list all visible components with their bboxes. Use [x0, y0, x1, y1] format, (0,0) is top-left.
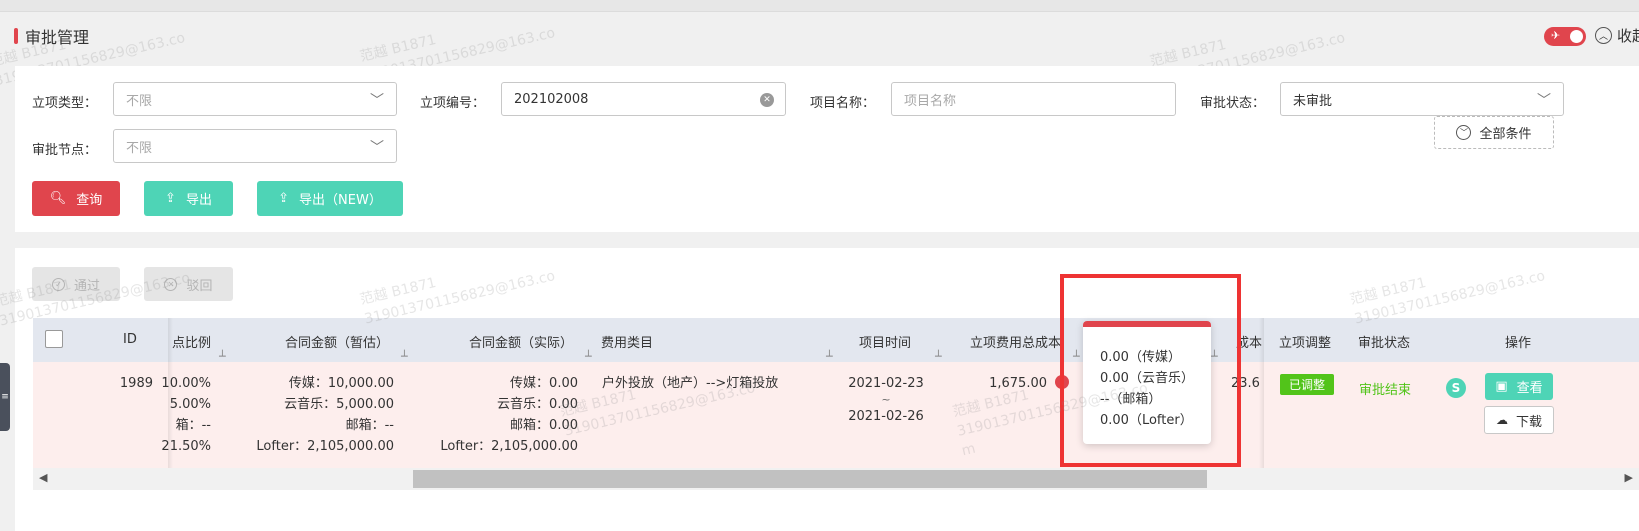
export-new-button[interactable]: ⇪ 导出（NEW） [257, 181, 403, 216]
chevron-down-icon: ﹀ [1456, 125, 1472, 140]
cloud-download-icon: ☁ [1495, 413, 1508, 427]
cell-contract-est: 传媒：10,000.00 云音乐：5,000.00 邮箱：-- Lofter：2,10… [256, 376, 394, 454]
approve-label: 通过 [73, 278, 100, 294]
column-resize-handle[interactable]: ┴ [585, 351, 592, 362]
select-all-checkbox[interactable] [45, 330, 63, 348]
project-name-label: 项目名称： [810, 96, 876, 111]
approval-status-value: 未审批 [1293, 93, 1333, 109]
scroll-left-icon[interactable]: ◀ [39, 471, 47, 484]
column-header-total-cost[interactable]: 立项费用总成本 [970, 332, 1061, 351]
toggle-knob [1570, 30, 1583, 43]
cell-contract-actual: 传媒：0.00 云音乐：0.00 邮箱：0.00 Lofter：2,105,000.0… [440, 376, 578, 454]
approval-node-label: 审批节点： [32, 143, 98, 158]
search-icon: 🔍︎ [49, 191, 67, 206]
check-circle-icon: ✓ [51, 277, 65, 291]
column-header-expense-category[interactable]: 费用类目 [601, 332, 653, 351]
status-text: 审批结束 [1359, 383, 1412, 398]
column-resize-handle[interactable]: ┴ [826, 351, 833, 362]
column-header-operation: 操作 [1505, 336, 1532, 351]
project-no-input[interactable]: 202102008 ✕ [501, 82, 786, 116]
column-resize-handle[interactable]: ┴ [219, 351, 226, 362]
project-name-input[interactable]: 项目名称 [891, 82, 1176, 116]
view-button[interactable]: ▣ 查看 [1485, 373, 1553, 400]
column-header-adjust[interactable]: 立项调整 [1279, 332, 1331, 351]
top-bar [0, 0, 1639, 12]
cell-ratio: 10.00% 5.00% 箱：-- 21.50% [161, 376, 211, 454]
reject-label: 驳回 [186, 278, 213, 294]
share-icon: ⇪ [165, 191, 176, 206]
menu-icon: ≡ [1, 392, 9, 402]
column-header-id[interactable]: ID [123, 332, 137, 347]
cell-total-cost: 1,675.00 [989, 376, 1047, 391]
all-conditions-label: 全部条件 [1479, 127, 1532, 142]
approve-button[interactable]: ✓ 通过 [32, 267, 120, 301]
cell-id: 1989 [119, 376, 153, 391]
approval-node-placeholder: 不限 [126, 140, 153, 156]
project-name-placeholder: 项目名称 [904, 93, 957, 109]
adjusted-badge: 已调整 [1280, 374, 1334, 395]
approval-status-label: 审批状态： [1200, 96, 1266, 111]
column-header-status[interactable]: 审批状态 [1358, 332, 1410, 351]
column-header-contract-est[interactable]: 合同金额（暂估） [285, 332, 389, 351]
pin-icon: ✈ [1551, 29, 1561, 42]
collapse-button[interactable]: ︿ 收起 [1595, 25, 1639, 46]
horizontal-scrollbar[interactable]: ◀ ▶ [33, 468, 1639, 490]
column-header-contract-actual[interactable]: 合同金额（实际） [469, 332, 573, 351]
title-accent-bar [14, 28, 18, 44]
export-label: 导出 [185, 193, 212, 208]
reject-button[interactable]: ✕ 驳回 [144, 267, 233, 301]
share-icon: ⇪ [278, 191, 290, 206]
download-button[interactable]: ☁ 下载 [1484, 406, 1554, 434]
page-title: 审批管理 [14, 24, 89, 48]
close-circle-icon: ✕ [164, 277, 178, 291]
pin-toggle[interactable]: ✈ [1544, 27, 1586, 46]
side-drawer-handle[interactable]: ≡ [0, 363, 10, 431]
chevron-down-icon: ﹀ [370, 93, 384, 109]
project-type-label: 立项类型： [32, 96, 98, 111]
project-no-label: 立项编号： [420, 96, 486, 111]
s-badge-icon[interactable]: S [1446, 378, 1466, 398]
chevron-down-icon: ﹀ [370, 140, 384, 156]
cell-expense-category: 户外投放（地产）-->灯箱投放 [602, 376, 779, 391]
export-button[interactable]: ⇪ 导出 [144, 181, 233, 216]
chevron-up-icon: ︿ [1595, 27, 1612, 44]
export-new-label: 导出（NEW） [299, 193, 382, 208]
fixed-column-shadow [168, 318, 173, 468]
scroll-right-icon[interactable]: ▶ [1625, 471, 1633, 484]
project-type-select[interactable]: 不限 ﹀ [113, 82, 397, 116]
view-label: 查看 [1516, 381, 1543, 396]
column-resize-handle[interactable]: ┴ [935, 351, 942, 362]
column-header-ratio[interactable]: 点比例 [172, 332, 211, 351]
approval-status-select[interactable]: 未审批 ﹀ [1280, 82, 1564, 116]
all-conditions-button[interactable]: ﹀ 全部条件 [1434, 116, 1554, 149]
highlight-annotation [1060, 274, 1241, 467]
approval-node-select[interactable]: 不限 ﹀ [113, 129, 397, 163]
chevron-down-icon: ﹀ [1537, 93, 1551, 109]
column-header-project-time[interactable]: 项目时间 [859, 332, 911, 351]
clear-icon[interactable]: ✕ [760, 93, 774, 107]
query-button[interactable]: 🔍︎ 查询 [32, 181, 120, 216]
query-label: 查询 [76, 193, 103, 208]
project-no-value: 202102008 [514, 91, 589, 107]
page-title-text: 审批管理 [25, 28, 90, 47]
cell-project-time: 2021-02-23 ~ 2021-02-26 [848, 376, 924, 424]
scrollbar-thumb[interactable] [413, 470, 1207, 488]
download-label: 下载 [1515, 414, 1542, 430]
collapse-label: 收起 [1617, 27, 1639, 45]
project-type-placeholder: 不限 [126, 93, 153, 109]
view-icon: ▣ [1495, 379, 1508, 394]
column-resize-handle[interactable]: ┴ [401, 351, 408, 362]
